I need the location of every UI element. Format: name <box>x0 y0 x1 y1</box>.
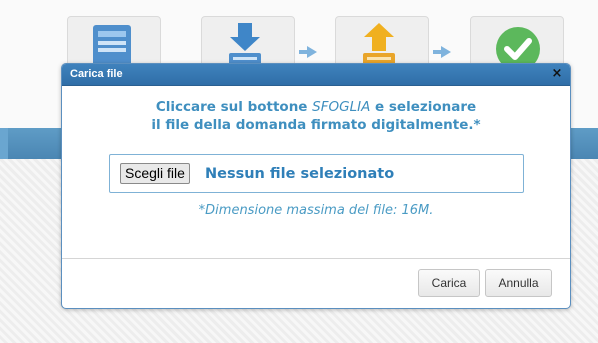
instruction-line-1: Cliccare sul bottone SFOGLIA e seleziona… <box>62 98 570 116</box>
instruction-text: Cliccare sul bottone SFOGLIA e seleziona… <box>62 98 570 134</box>
upload-button[interactable]: Carica <box>418 269 480 297</box>
instruction-part-2: e selezionare <box>370 99 477 115</box>
dialog-title: Carica file <box>70 68 123 80</box>
dialog-divider <box>62 258 570 259</box>
file-input-field[interactable]: Scegli file Nessun file selezionato <box>109 154 524 193</box>
step-arrow-1 <box>307 46 317 58</box>
file-status-text: Nessun file selezionato <box>205 166 395 182</box>
upload-dialog: Carica file × Cliccare sul bottone SFOGL… <box>61 63 571 309</box>
max-size-note: *Dimensione massima del file: 16M. <box>198 203 434 218</box>
cancel-button[interactable]: Annulla <box>485 269 552 297</box>
step-arrow-2 <box>441 46 451 58</box>
close-icon[interactable]: × <box>550 67 564 81</box>
instruction-line-2: il file della domanda firmato digitalmen… <box>151 117 481 133</box>
step-arrow-1-bar <box>299 50 307 54</box>
instruction-part-1: Cliccare sul bottone <box>155 99 313 115</box>
page-blue-band-edge <box>0 128 8 159</box>
step-arrow-2-bar <box>433 50 441 54</box>
choose-file-button[interactable]: Scegli file <box>120 163 190 184</box>
instruction-emphasis: SFOGLIA <box>312 99 371 115</box>
dialog-titlebar[interactable]: Carica file × <box>62 64 570 86</box>
